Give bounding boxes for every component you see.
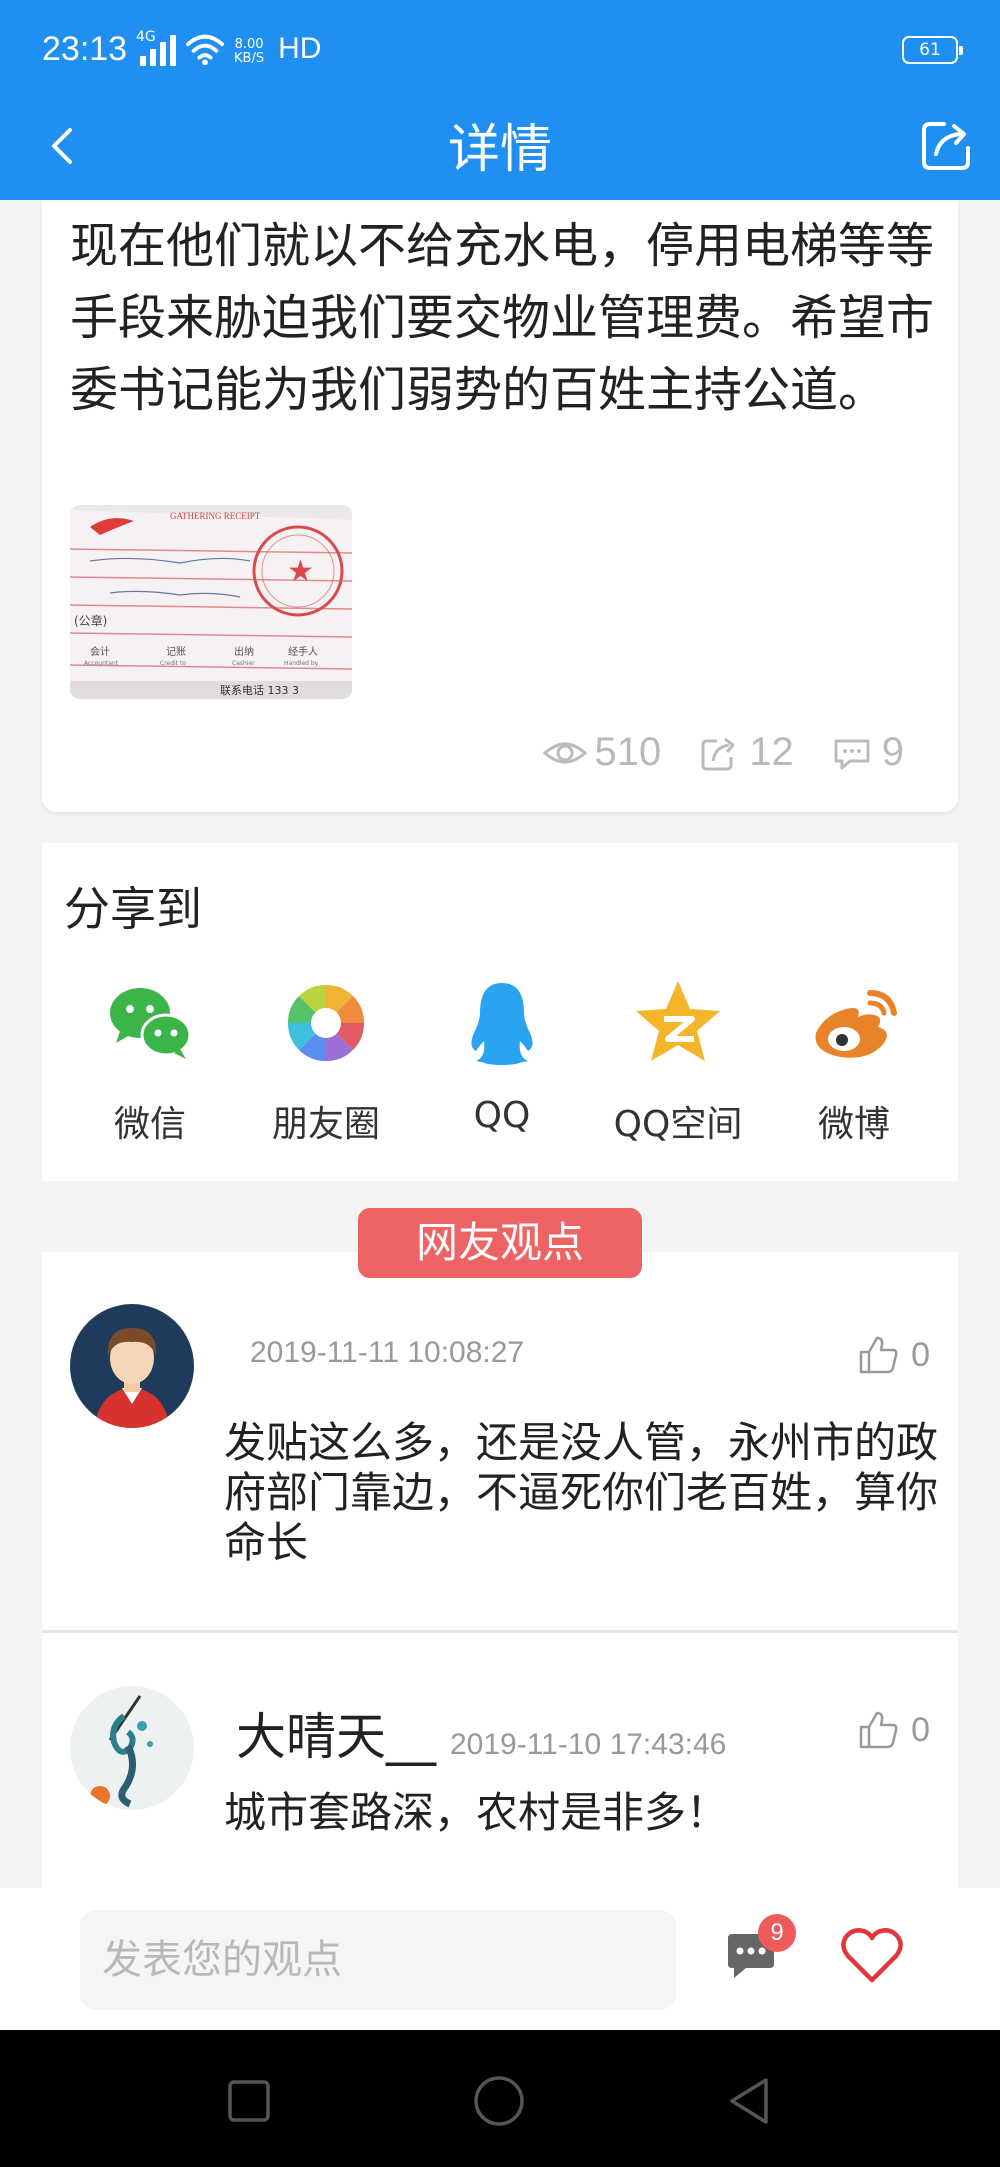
thumbs-up-icon — [859, 1336, 898, 1374]
share-qzone[interactable]: QQ空间 — [590, 973, 766, 1147]
share-label-wechat: 微信 — [113, 1104, 186, 1145]
receipt-label-3: 出纳 — [234, 645, 254, 658]
home-icon[interactable] — [472, 2074, 526, 2128]
article-card: 现在他们就以不给充水电，停用电梯等等手段来胁迫我们要交物业管理费。希望市委书记能… — [42, 200, 958, 812]
qzone-icon — [636, 981, 720, 1061]
recents-icon[interactable] — [222, 2074, 276, 2128]
article-image[interactable]: GATHERING RECEIPT ★ (公章) 会计 记账 出纳 经手人 Ac… — [70, 505, 352, 699]
view-count: 510 — [594, 730, 662, 774]
share-wechat[interactable]: 微信 — [62, 973, 238, 1147]
comment-text: 发贴这么多，还是没人管，永州市的政府部门靠边，不逼死你们老百姓，算你命长 — [224, 1418, 939, 1567]
comment-username[interactable]: 大晴天__ — [236, 1697, 436, 1769]
app-header: 详情 — [0, 100, 1000, 200]
status-time: 23:13 — [42, 30, 128, 68]
back-nav-icon[interactable] — [722, 2074, 776, 2128]
share-moments[interactable]: 朋友圈 — [238, 973, 414, 1147]
receipt-footer: 联系电话 133 3 — [220, 684, 299, 697]
moments-icon — [287, 984, 365, 1062]
share-panel: 分享到 微信 朋友圈 QQ QQ空间 微博 — [42, 843, 958, 1181]
comment-text: 城市套路深，农村是非多！ — [224, 1788, 729, 1837]
comment-input[interactable] — [80, 1910, 676, 2010]
qq-icon — [471, 983, 533, 1065]
receipt-label-4: 经手人 — [288, 645, 318, 658]
receipt-label-1: 会计 — [90, 645, 110, 658]
avatar-image — [70, 1686, 194, 1810]
article-stats: 510 12 9 — [542, 730, 904, 775]
article-body: 现在他们就以不给充水电，停用电梯等等手段来胁迫我们要交物业管理费。希望市委书记能… — [70, 218, 935, 418]
hd-indicator: HD — [278, 32, 322, 65]
avatar[interactable] — [70, 1686, 194, 1810]
share-label-moments: 朋友圈 — [271, 1104, 380, 1145]
receipt-photo: GATHERING RECEIPT ★ (公章) 会计 记账 出纳 经手人 Ac… — [70, 505, 352, 699]
heart-icon[interactable] — [840, 1926, 904, 1986]
comment-badge: 9 — [758, 1914, 796, 1952]
receipt-label-en-4: Handled by — [284, 660, 319, 667]
comment-icon — [834, 739, 870, 769]
wifi-icon — [186, 34, 224, 66]
like-count: 0 — [911, 1335, 930, 1374]
comment-meta: 2019-11-11 10:08:27 — [236, 1336, 524, 1370]
share-label-weibo: 微博 — [817, 1104, 890, 1145]
share-label-qzone: QQ空间 — [613, 1104, 743, 1145]
comment-input-bar: 9 — [0, 1888, 1000, 2030]
receipt-stamp: ★ — [287, 554, 314, 589]
network-speed: 8.00 KB/S — [234, 38, 264, 66]
speed-value: 8.00 — [234, 37, 264, 52]
share-weibo[interactable]: 微博 — [766, 973, 942, 1147]
network-type: 4G — [136, 29, 156, 45]
comment-meta: 大晴天__ 2019-11-10 17:43:46 — [236, 1697, 726, 1769]
share-title: 分享到 — [64, 882, 202, 936]
comment-divider — [42, 1630, 958, 1633]
top-bar: 23:13 4G 8.00 KB/S HD 61 详情 — [0, 0, 1000, 200]
comment-count: 9 — [881, 730, 904, 774]
comment-date: 2019-11-10 17:43:46 — [450, 1728, 727, 1761]
receipt-label-en-2: Credit to — [160, 660, 186, 667]
receipt-public-seal: (公章) — [74, 613, 107, 628]
system-nav-bar — [0, 2030, 1000, 2167]
share-count: 12 — [749, 730, 794, 774]
comment-date: 2019-11-11 10:08:27 — [250, 1336, 525, 1369]
speed-unit: KB/S — [234, 51, 265, 66]
like-button[interactable]: 0 — [855, 1332, 930, 1378]
share-label-qq: QQ — [473, 1095, 531, 1136]
receipt-label-en-1: Accountant — [84, 660, 119, 667]
status-bar: 23:13 4G 8.00 KB/S HD 61 — [0, 0, 1000, 100]
page-title: 详情 — [447, 120, 552, 180]
forward-icon — [701, 737, 735, 770]
share-qq[interactable]: QQ — [414, 973, 590, 1136]
receipt-header: GATHERING RECEIPT — [170, 511, 261, 521]
battery-icon: 61 — [902, 36, 963, 64]
like-count: 0 — [911, 1710, 930, 1749]
avatar-image — [70, 1304, 194, 1428]
comments-section-title: 网友观点 — [358, 1208, 642, 1278]
share-icon[interactable] — [916, 114, 976, 174]
network-indicators: 4G 8.00 KB/S HD — [136, 28, 321, 66]
receipt-label-2: 记账 — [166, 646, 186, 658]
avatar[interactable] — [70, 1304, 194, 1428]
wechat-icon — [110, 988, 192, 1059]
eye-icon — [542, 742, 587, 763]
comments-list: 2019-11-11 10:08:27 0 发贴这么多，还是没人管，永州市的政府… — [42, 1252, 958, 1888]
receipt-label-en-3: Cashier — [232, 660, 255, 667]
thumbs-up-icon — [859, 1711, 898, 1749]
like-button[interactable]: 0 — [855, 1707, 930, 1753]
weibo-icon — [815, 990, 897, 1058]
battery-level: 61 — [919, 40, 941, 60]
